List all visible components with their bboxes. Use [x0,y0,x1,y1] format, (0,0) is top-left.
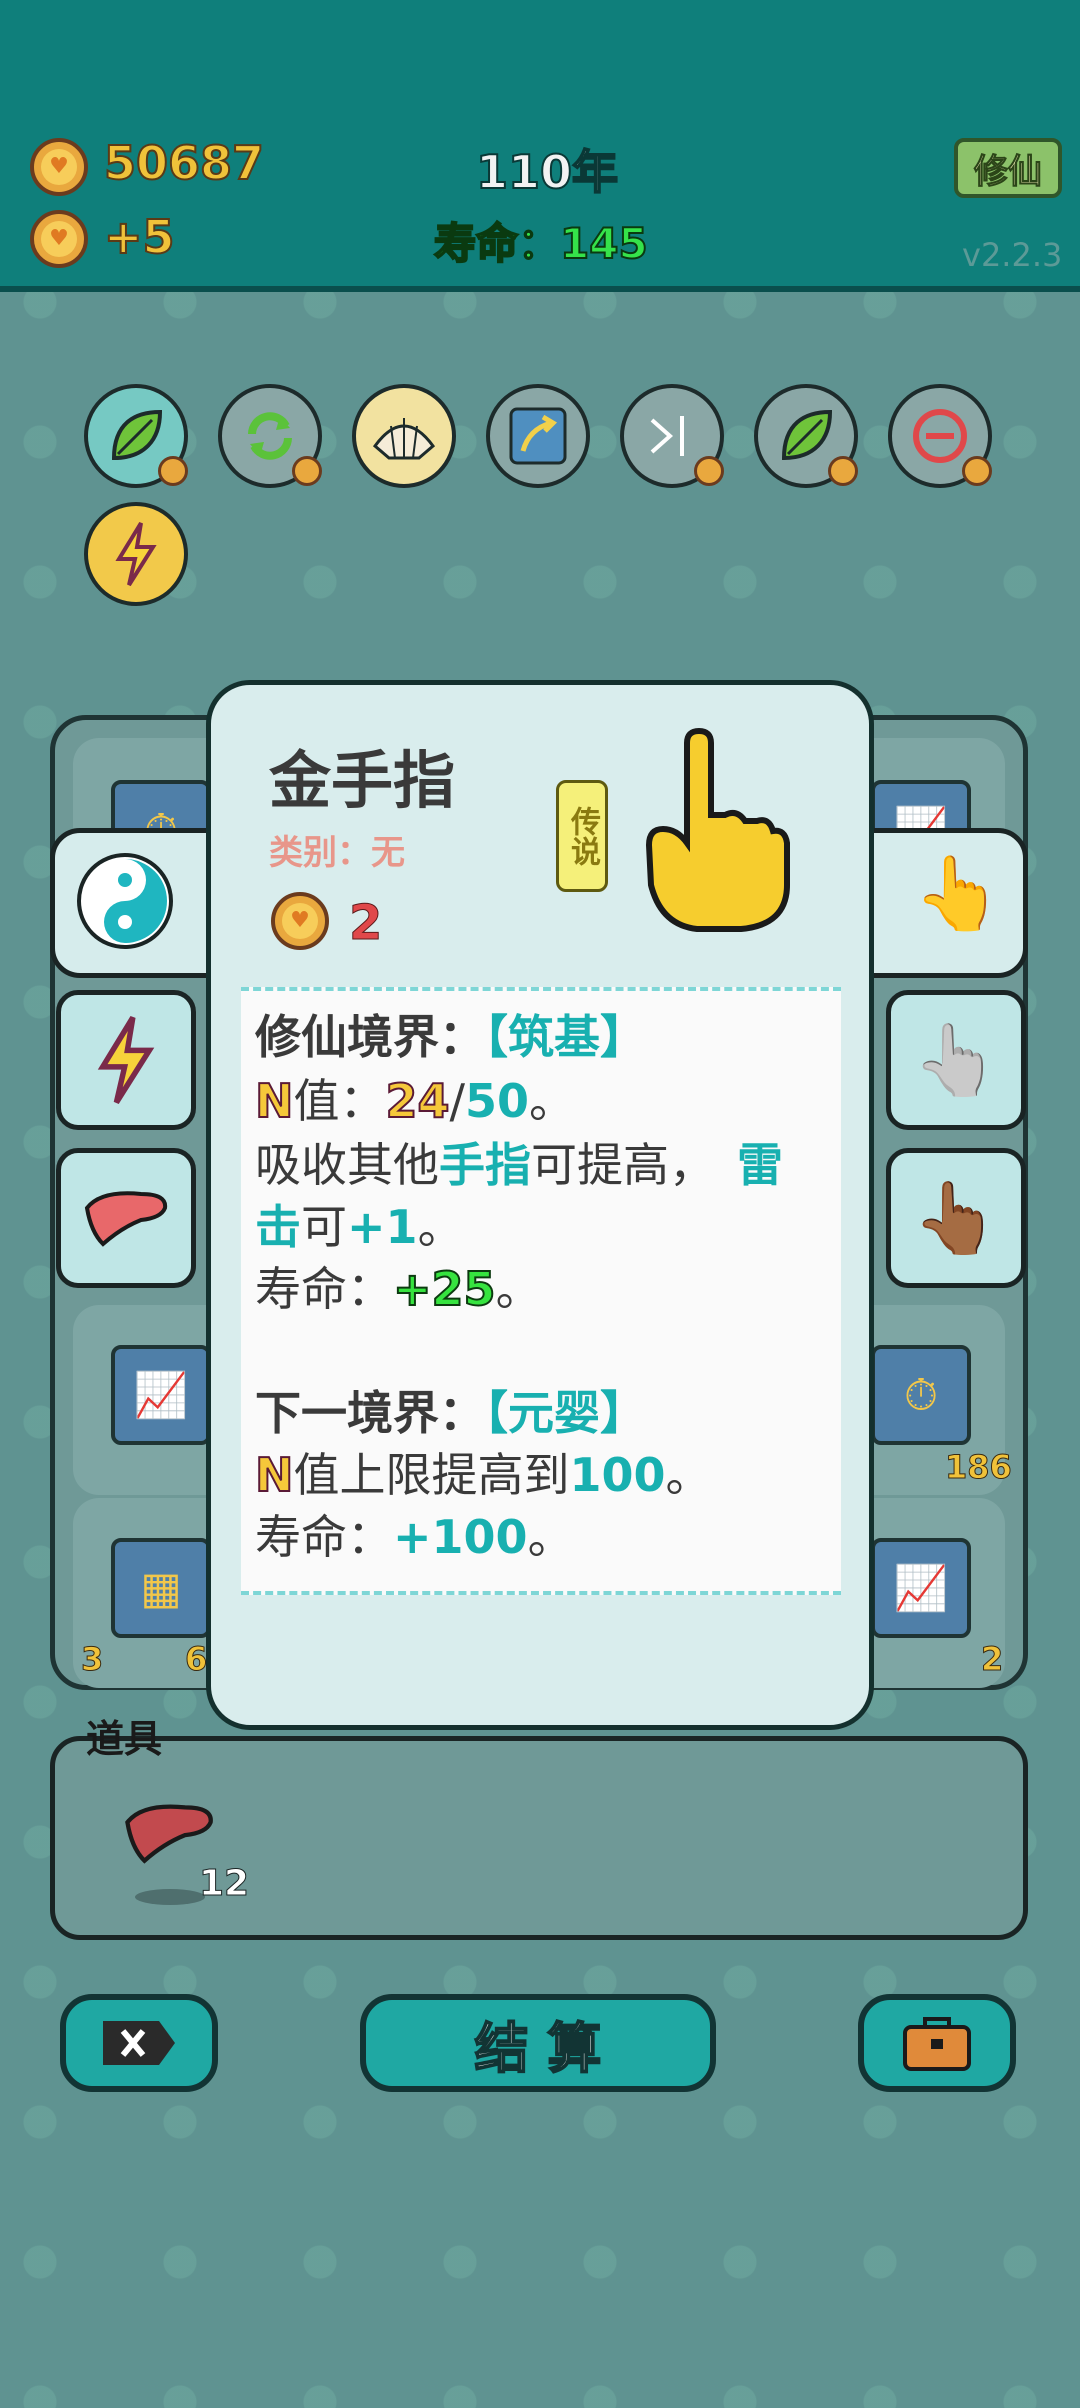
liver-item-count: 12 [198,1863,250,1905]
liver-item-icon[interactable] [121,1801,217,1869]
coin-count: 50687 [103,135,265,191]
silver-hand-card[interactable]: 👆 [886,990,1026,1130]
bag-button[interactable] [858,1994,1016,2092]
item-shadow [135,1889,205,1905]
leaf-skill-icon[interactable] [84,384,188,488]
lightning-card[interactable] [56,990,196,1130]
slot-count: 186 [945,1448,1013,1487]
item-cost: 2 [348,895,383,952]
close-icon [103,2021,175,2065]
stopwatch-icon[interactable]: ⏱ [871,1345,971,1445]
golden-finger-icon [641,725,791,939]
item-detail-dialog: 金手指 类别：无 传说 ♥ 2 修仙境界：【筑基】 N值：24/50。 吸收其他… [206,680,874,1730]
coin-icon: ♥ [30,138,88,196]
coin-icon: ♥ [271,892,329,950]
slot-count: 6 [184,1640,208,1679]
lifespan-display: 寿命：145 [433,218,649,269]
slot-count: 3 [80,1640,104,1679]
rarity-badge: 传说 [556,780,608,892]
refresh-skill-icon[interactable] [218,384,322,488]
trend-chart-icon[interactable]: 📈 [871,1538,971,1638]
income-coin-icon: ♥ [30,210,88,268]
lightning-skill-icon[interactable] [84,502,188,606]
top-bar: ♥ 50687 ♥ +5 110年 寿命：145 修仙 v2.2.3 [0,0,1080,292]
bronze-hand-card[interactable]: 👆🏾 [886,1148,1026,1288]
items-label: 道具 [86,1717,163,1761]
golden-hand-icon[interactable]: 👆 [913,851,1003,936]
year-display: 110年 [475,144,619,200]
briefcase-icon [903,2017,971,2071]
slot-count: 2 [980,1640,1004,1679]
dialog-title: 金手指 [269,744,456,817]
trend-chart-icon[interactable]: 📈 [111,1345,211,1445]
shell-skill-icon[interactable] [352,384,456,488]
skip-skill-icon[interactable] [620,384,724,488]
close-button[interactable] [60,1994,218,2092]
items-panel: 12 [50,1736,1028,1940]
income-value: +5 [103,209,176,265]
leaf-skill-icon-2[interactable] [754,384,858,488]
cultivate-button[interactable]: 修仙 [954,138,1062,198]
gold-bars-icon[interactable]: ▦ [111,1538,211,1638]
upgrade-arrow-icon[interactable] [486,384,590,488]
settle-button[interactable]: 结 算 [360,1994,716,2092]
item-description: 修仙境界：【筑基】 N值：24/50。 吸收其他手指可提高，雷 击可+1。 寿命… [241,987,841,1595]
version-label: v2.2.3 [962,236,1063,274]
yin-yang-icon[interactable] [77,853,173,949]
remove-skill-icon[interactable] [888,384,992,488]
liver-card[interactable] [56,1148,196,1288]
item-category: 类别：无 [269,833,405,873]
